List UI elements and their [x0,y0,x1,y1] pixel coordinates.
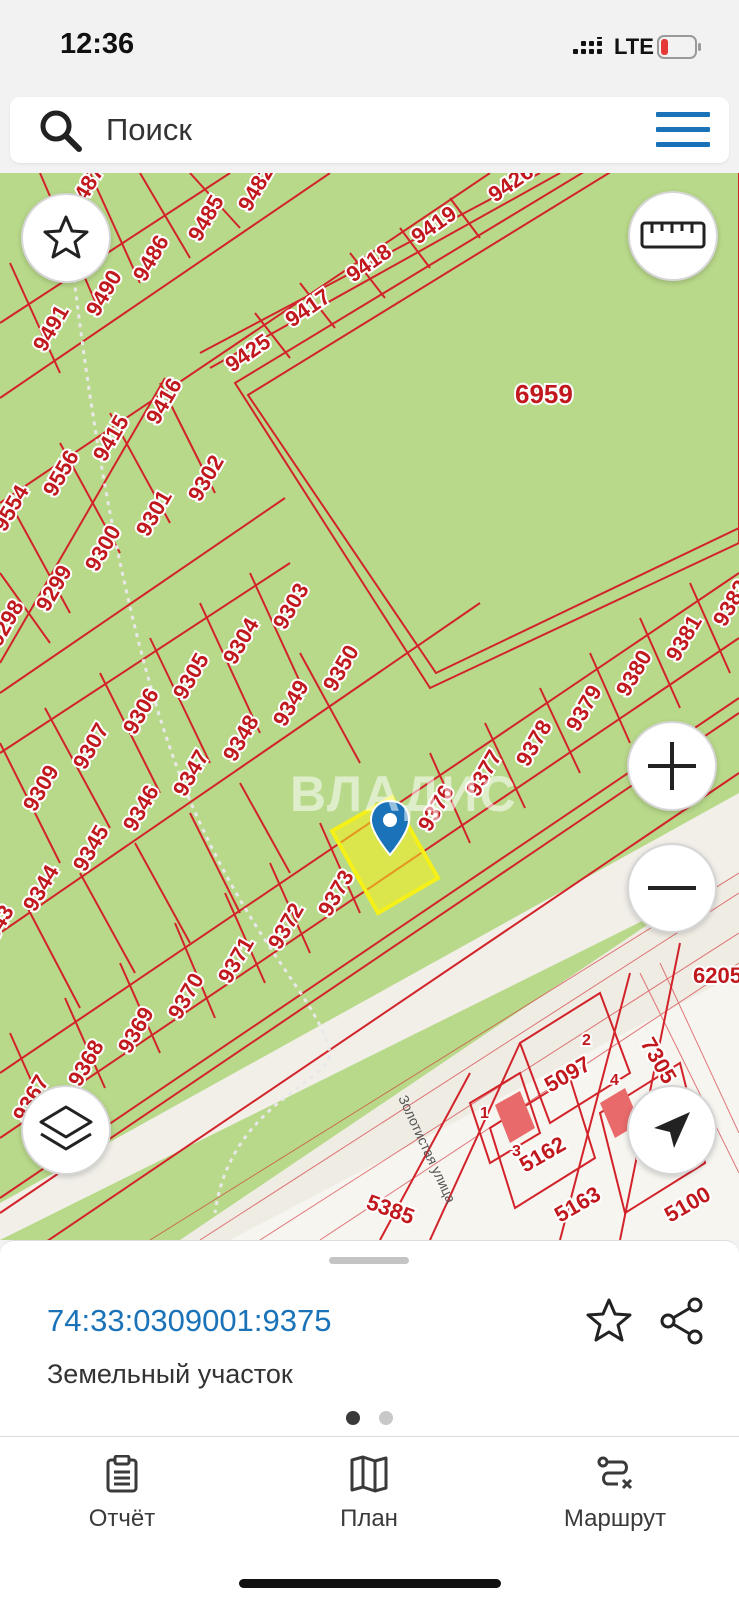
zoom-out-icon [648,886,696,890]
parcel-label: 6205 [693,963,739,988]
clipboard-icon [106,1455,138,1493]
parcel-label: 9307 [68,719,114,774]
share-icon[interactable] [658,1297,706,1350]
parcel-label: 9304 [218,613,265,669]
parcel-label: 1 [480,1105,489,1122]
search-bar[interactable] [10,97,729,163]
battery-low-icon [657,35,703,64]
parcel-label: 9309 [18,761,64,816]
parcel-label: 9554 [0,480,34,536]
star-outline-icon[interactable] [585,1297,633,1350]
parcel-label: 3 [512,1143,521,1160]
status-bar: 12:36 LTE [0,0,739,92]
parcel-label: 9371 [213,933,259,988]
search-icon[interactable] [38,108,84,159]
map-canvas[interactable]: 9487 9485 9486 9482 9490 9491 9426 9419 … [0,173,739,1240]
signal-icon [573,34,607,62]
parcel-label: 9303 [268,579,314,634]
zoom-in-icon [648,742,696,790]
parcel-label: 9301 [131,486,177,541]
search-input[interactable] [106,109,606,151]
menu-icon[interactable] [656,111,710,154]
network-label: LTE [614,34,654,59]
layers-button[interactable] [21,1085,111,1175]
parcel-label: 9347 [168,746,214,801]
locate-arrow-icon [654,1112,690,1148]
parcel-label: 9415 [88,411,134,466]
parcel-label: 6959 [515,379,573,409]
parcel-label: 9302 [183,451,229,506]
layers-icon [39,1105,93,1151]
parcel-label: 9299 [31,561,77,616]
parcel-label: 9300 [80,521,126,576]
parcel-label: 9482 [233,173,279,216]
tab-bar: Отчёт План Маршрут [0,1436,739,1600]
parcel-label: 9419 [407,201,461,250]
favorite-star-icon [43,215,89,259]
tab-label: План [340,1505,398,1532]
page-indicator [346,1411,393,1425]
parcel-label: 9417 [281,284,335,333]
parcel-label: 9369 [113,1003,159,1058]
parcel-label: 9380 [611,646,657,701]
tab-label: Маршрут [563,1505,667,1532]
tab-route[interactable]: Маршрут [515,1455,715,1555]
parcel-label: 9305 [168,649,214,704]
parcel-label: 9381 [661,611,707,666]
page-dot[interactable] [379,1411,393,1425]
zoom-out-button[interactable] [627,843,717,933]
tab-report[interactable]: Отчёт [22,1455,222,1555]
parcel-label: 9344 [18,860,65,916]
sheet-handle[interactable] [329,1257,409,1264]
parcel-label: 9306 [118,684,164,739]
zoom-in-button[interactable] [627,721,717,811]
tab-plan[interactable]: План [269,1455,469,1555]
parcel-label: 2 [582,1032,591,1049]
ruler-icon [640,221,706,249]
map-icon [350,1455,388,1493]
parcel-label: 9372 [263,899,309,954]
page-dot-active[interactable] [346,1411,360,1425]
locate-button[interactable] [627,1085,717,1175]
object-type-label: Земельный участок [47,1359,293,1389]
cadastral-number-link[interactable]: 74:33:0309001:9375 [47,1303,331,1339]
favorite-star-button[interactable] [21,193,111,283]
status-time: 12:36 [60,28,135,60]
watermark: ВЛАДИС [290,766,518,822]
parcel-label: 9298 [0,596,29,651]
parcel-label: 4 [610,1072,619,1089]
home-indicator [239,1579,501,1588]
ruler-button[interactable] [628,191,718,281]
parcel-label: 9491 [28,301,74,356]
parcel-label: 9370 [163,969,209,1024]
cadastral-map[interactable]: 9487 9485 9486 9482 9490 9491 9426 9419 … [0,173,739,1240]
parcel-label: 9486 [128,231,174,286]
tab-label: Отчёт [88,1505,156,1532]
info-sheet[interactable]: 74:33:0309001:9375 Земельный участок [0,1240,739,1436]
parcel-label: 9343 [0,901,19,956]
parcel-label: 9345 [68,821,114,876]
route-icon [597,1456,633,1490]
